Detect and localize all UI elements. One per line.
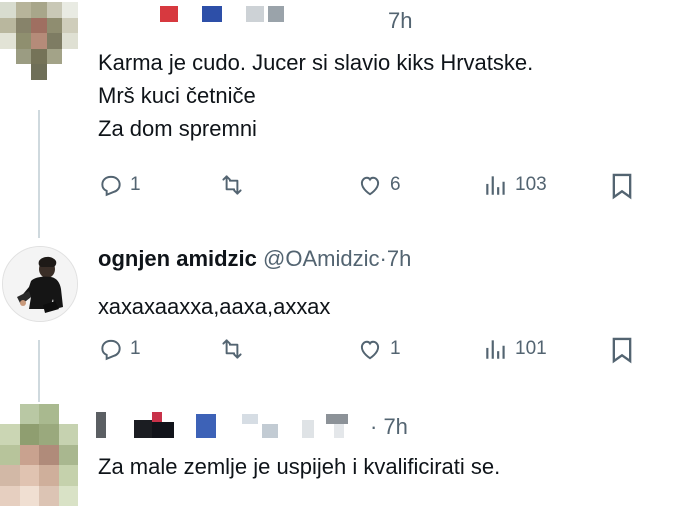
tweet-time[interactable]: · 7h [370, 414, 408, 440]
views-icon [486, 176, 505, 195]
like-count: 6 [390, 174, 401, 195]
reply-count: 1 [130, 174, 141, 195]
separator-dot: · [379, 246, 387, 271]
avatar[interactable] [0, 2, 78, 80]
repost-button[interactable] [218, 336, 246, 362]
views-button[interactable]: 103 [483, 172, 547, 198]
views-icon [486, 340, 505, 359]
like-button[interactable]: 1 [356, 336, 401, 362]
tweet-text: хахахаахха,аахa,аххах [98, 294, 331, 319]
reply-button[interactable]: 1 [98, 172, 141, 198]
like-count: 1 [390, 338, 401, 359]
thread-line-middle [38, 340, 40, 402]
tweet-text-line: Karma je cudo. Jucer si slavio kiks Hrva… [98, 50, 534, 75]
reply-icon [101, 175, 121, 197]
avatar[interactable] [0, 404, 78, 506]
views-count: 103 [515, 174, 547, 195]
bookmark-button[interactable] [610, 172, 634, 200]
tweet-text-line: Mrš kuci četniče [98, 83, 256, 108]
reply-icon [101, 339, 121, 361]
reply-button[interactable]: 1 [98, 336, 141, 362]
tweet-time[interactable]: 7h [387, 246, 411, 271]
views-count: 101 [515, 338, 547, 359]
tweet-text: Za male zemlje je uspijeh i kvalificirat… [98, 454, 501, 479]
bookmark-icon [612, 173, 632, 200]
tweet-time[interactable]: 7h [388, 8, 412, 34]
like-button[interactable]: 6 [356, 172, 401, 198]
repost-button[interactable] [218, 172, 246, 198]
repost-icon [222, 175, 242, 195]
tweet-actions: 1 6 103 [98, 172, 658, 204]
tweet-actions: 1 1 101 [98, 336, 658, 368]
tweet-text: Karma je cudo. Jucer si slavio kiks Hrva… [98, 46, 533, 145]
bookmark-button[interactable] [610, 336, 634, 364]
avatar[interactable] [2, 246, 78, 322]
views-button[interactable]: 101 [483, 336, 547, 362]
like-icon [360, 340, 380, 360]
tweet-text-line: Za dom spremni [98, 116, 257, 141]
thread-line-top [38, 110, 40, 238]
bookmark-icon [612, 337, 632, 364]
like-icon [360, 176, 380, 196]
user-handle[interactable]: @OAmidzic [263, 246, 379, 271]
tweet-header: ognjen amidzic @OAmidzic·7h [98, 246, 411, 272]
display-name[interactable]: ognjen amidzic [98, 246, 257, 271]
reply-count: 1 [130, 338, 141, 359]
repost-icon [222, 339, 242, 359]
